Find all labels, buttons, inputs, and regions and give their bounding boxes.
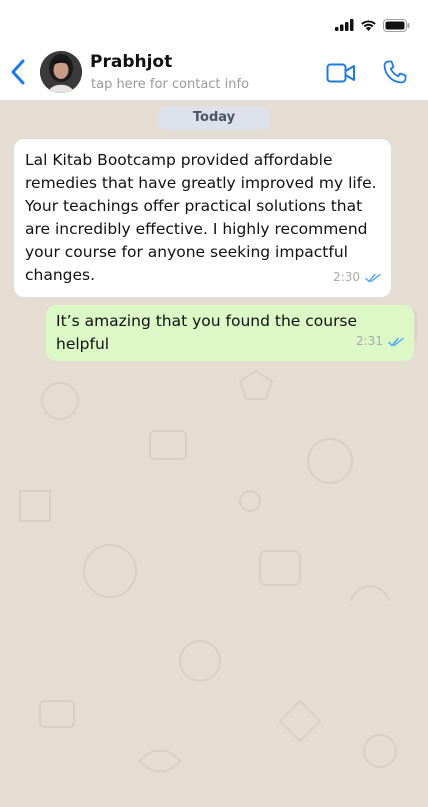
- message-time: 2:31: [356, 334, 383, 348]
- date-separator: Today: [158, 106, 270, 130]
- message-text: It’s amazing that you found the course h…: [56, 312, 358, 353]
- wifi-icon: [361, 20, 376, 31]
- message-time: 2:30: [333, 270, 360, 284]
- video-call-button[interactable]: [326, 62, 356, 84]
- avatar-image: [40, 51, 82, 93]
- double-check-icon: [388, 337, 404, 346]
- cellular-signal-icon: [335, 19, 354, 31]
- battery-icon: [383, 18, 410, 32]
- phone-call-button[interactable]: [382, 59, 408, 85]
- outgoing-message[interactable]: It’s amazing that you found the course h…: [46, 305, 414, 361]
- chat-header[interactable]: Prabhjot tap here for contact info: [0, 44, 428, 101]
- incoming-message[interactable]: Lal Kitab Bootcamp provided affordable r…: [14, 139, 391, 297]
- message-text: Lal Kitab Bootcamp provided affordable r…: [25, 151, 377, 284]
- phone-call-icon: [383, 60, 407, 84]
- contact-info-hint[interactable]: tap here for contact info: [91, 77, 249, 92]
- back-button[interactable]: [8, 58, 30, 86]
- message-meta: 2:30: [333, 266, 381, 289]
- back-arrow-icon: [11, 59, 25, 85]
- status-icons: [335, 17, 410, 33]
- status-bar: [0, 0, 428, 44]
- message-meta: 2:31: [356, 330, 404, 353]
- double-check-icon: [365, 273, 381, 282]
- contact-name[interactable]: Prabhjot: [90, 52, 172, 72]
- avatar[interactable]: [40, 51, 82, 93]
- video-call-icon: [326, 63, 355, 83]
